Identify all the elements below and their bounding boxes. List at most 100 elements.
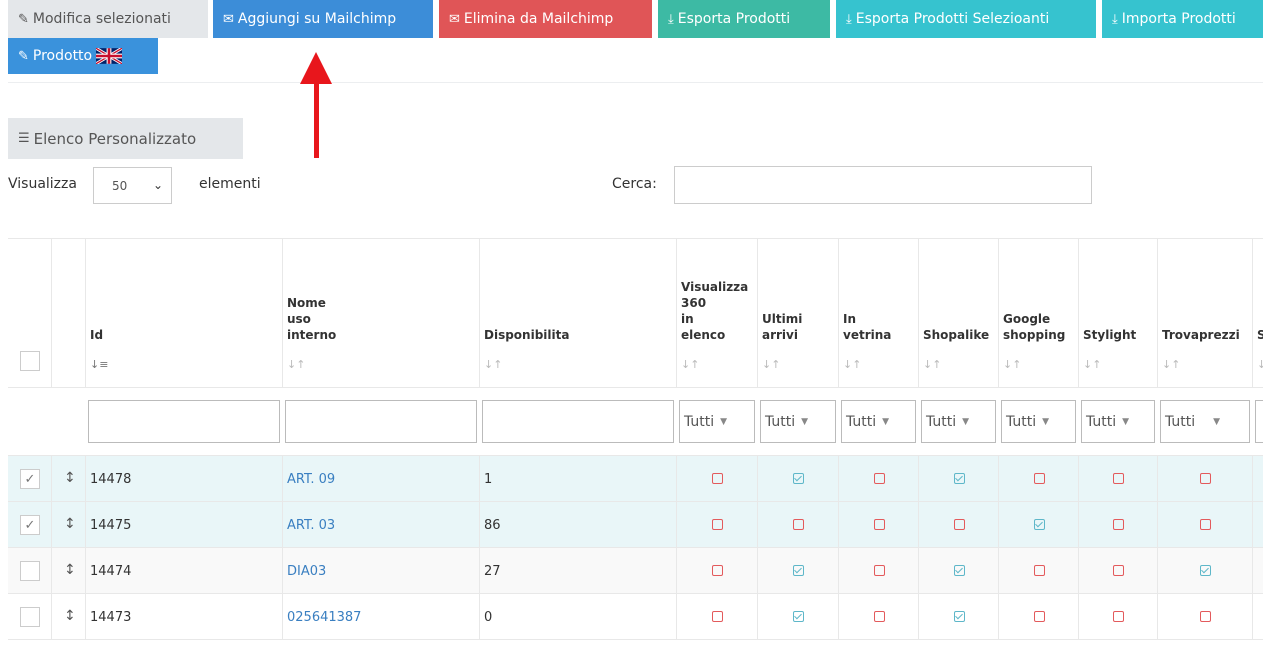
unchecked-icon-google[interactable]	[1034, 565, 1045, 576]
unchecked-icon-stylight[interactable]	[1113, 565, 1124, 576]
sort-icon: ↓↑	[762, 358, 781, 371]
filter-disp-input[interactable]	[482, 400, 674, 443]
column-divider	[479, 548, 480, 594]
filter-vetrina-select[interactable]: Tutti ▼	[841, 400, 916, 443]
search-input[interactable]	[674, 166, 1092, 204]
filter-trovaprezzi-select[interactable]: Tutti ▼	[1160, 400, 1250, 443]
length-prefix: Visualizza	[8, 176, 77, 192]
unchecked-icon-vetrina[interactable]	[874, 565, 885, 576]
length-suffix: elementi	[199, 176, 261, 192]
caret-down-icon: ▼	[720, 416, 728, 427]
filter-nome-input[interactable]	[285, 400, 477, 443]
table-row[interactable]: ✓ ↕ 14475 ART. 03 86	[8, 501, 1263, 548]
envelope-icon: ✉	[449, 11, 460, 27]
caret-down-icon: ▼	[882, 416, 890, 427]
table-row[interactable]: ↕ 14473 025641387 0	[8, 593, 1263, 640]
import-products-button[interactable]: ⤓ Importa Prodotti	[1102, 0, 1263, 38]
download-icon: ⤓	[1112, 11, 1118, 27]
custom-list-button[interactable]: ☰ Elenco Personalizzato	[8, 118, 243, 159]
filter-id-input[interactable]	[88, 400, 280, 443]
checked-icon-shopalike[interactable]	[954, 611, 965, 622]
checked-icon-trovaprezzi[interactable]	[1200, 565, 1211, 576]
row-checkbox[interactable]: ✓	[20, 469, 40, 489]
unchecked-icon-vis360[interactable]	[712, 473, 723, 484]
header-id[interactable]: Id ↓≡	[86, 239, 283, 388]
header-trovaprezzi[interactable]: Trovaprezzi ↓↑	[1158, 239, 1253, 388]
header-stylight[interactable]: Stylight ↓↑	[1079, 239, 1158, 388]
unchecked-icon-ultimi-arrivi[interactable]	[793, 519, 804, 530]
select-all-checkbox[interactable]	[20, 351, 40, 371]
unchecked-icon-google[interactable]	[1034, 473, 1045, 484]
caret-down-icon: ▼	[1122, 416, 1130, 427]
product-english-button[interactable]: ✎ Prodotto	[8, 38, 158, 74]
header-next[interactable]: S ↓	[1253, 239, 1263, 388]
column-divider	[282, 548, 283, 594]
sort-icon: ↓↑	[287, 358, 306, 371]
unchecked-icon-vetrina[interactable]	[874, 611, 885, 622]
row-checkbox[interactable]	[20, 561, 40, 581]
filter-stylight-select[interactable]: Tutti ▼	[1081, 400, 1155, 443]
cell-nome-link[interactable]: 025641387	[287, 594, 361, 640]
export-selected-button[interactable]: ⤓ Esporta Prodotti Selezioanti	[836, 0, 1096, 38]
column-divider	[1252, 548, 1253, 594]
drag-handle-icon[interactable]: ↕	[64, 470, 76, 486]
filter-google-select[interactable]: Tutti ▼	[1001, 400, 1076, 443]
filter-ultimi-select[interactable]: Tutti ▼	[760, 400, 836, 443]
header-shopalike[interactable]: Shopalike ↓↑	[919, 239, 999, 388]
filter-next-select[interactable]	[1255, 400, 1263, 443]
unchecked-icon-stylight[interactable]	[1113, 519, 1124, 530]
column-divider	[85, 456, 86, 502]
drag-handle-icon[interactable]: ↕	[64, 516, 76, 532]
unchecked-icon-trovaprezzi[interactable]	[1200, 473, 1211, 484]
checked-icon-shopalike[interactable]	[954, 473, 965, 484]
column-divider	[838, 456, 839, 502]
export-products-button[interactable]: ⤓ Esporta Prodotti	[658, 0, 830, 38]
checked-icon-shopalike[interactable]	[954, 565, 965, 576]
unchecked-icon-stylight[interactable]	[1113, 473, 1124, 484]
add-mailchimp-button[interactable]: ✉ Aggiungi su Mailchimp	[213, 0, 433, 38]
column-divider	[757, 594, 758, 640]
unchecked-icon-vetrina[interactable]	[874, 473, 885, 484]
cell-disponibilita: 1	[484, 471, 493, 487]
header-vetrina[interactable]: In vetrina ↓↑	[839, 239, 919, 388]
table-row[interactable]: ↕ 14474 DIA03 27	[8, 547, 1263, 594]
column-divider	[838, 502, 839, 548]
unchecked-icon-trovaprezzi[interactable]	[1200, 611, 1211, 622]
checked-icon-ultimi-arrivi[interactable]	[793, 611, 804, 622]
unchecked-icon-google[interactable]	[1034, 611, 1045, 622]
cell-nome-link[interactable]: DIA03	[287, 548, 326, 594]
checked-icon-ultimi-arrivi[interactable]	[793, 565, 804, 576]
checked-icon-google[interactable]	[1034, 519, 1045, 530]
edit-selected-button[interactable]: ✎ Modifica selezionati	[8, 0, 208, 38]
column-divider	[1078, 502, 1079, 548]
header-google[interactable]: Google shopping ↓↑	[999, 239, 1079, 388]
unchecked-icon-vis360[interactable]	[712, 519, 723, 530]
uk-flag-icon	[96, 48, 123, 64]
column-divider	[282, 502, 283, 548]
unchecked-icon-vetrina[interactable]	[874, 519, 885, 530]
header-nome[interactable]: Nome uso interno ↓↑	[283, 239, 480, 388]
filter-vis360-select[interactable]: Tutti ▼	[679, 400, 755, 443]
header-disponibilita[interactable]: Disponibilita ↓↑	[480, 239, 677, 388]
header-select-all	[8, 239, 52, 388]
unchecked-icon-trovaprezzi[interactable]	[1200, 519, 1211, 530]
column-divider	[1157, 548, 1158, 594]
filter-shopalike-select[interactable]: Tutti ▼	[921, 400, 996, 443]
delete-mailchimp-button[interactable]: ✉ Elimina da Mailchimp	[439, 0, 652, 38]
row-checkbox[interactable]	[20, 607, 40, 627]
header-vis360[interactable]: Visualizza 360 in elenco ↓↑	[677, 239, 758, 388]
unchecked-icon-vis360[interactable]	[712, 611, 723, 622]
cell-nome-link[interactable]: ART. 03	[287, 502, 335, 548]
cell-nome-link[interactable]: ART. 09	[287, 456, 335, 502]
page-length-select[interactable]: 50 ⌄	[93, 167, 172, 204]
drag-handle-icon[interactable]: ↕	[64, 608, 76, 624]
drag-handle-icon[interactable]: ↕	[64, 562, 76, 578]
column-divider	[757, 456, 758, 502]
unchecked-icon-vis360[interactable]	[712, 565, 723, 576]
checked-icon-ultimi-arrivi[interactable]	[793, 473, 804, 484]
unchecked-icon-stylight[interactable]	[1113, 611, 1124, 622]
table-row[interactable]: ✓ ↕ 14478 ART. 09 1	[8, 455, 1263, 502]
header-ultimi-arrivi[interactable]: Ultimi arrivi ↓↑	[758, 239, 839, 388]
unchecked-icon-shopalike[interactable]	[954, 519, 965, 530]
row-checkbox[interactable]: ✓	[20, 515, 40, 535]
